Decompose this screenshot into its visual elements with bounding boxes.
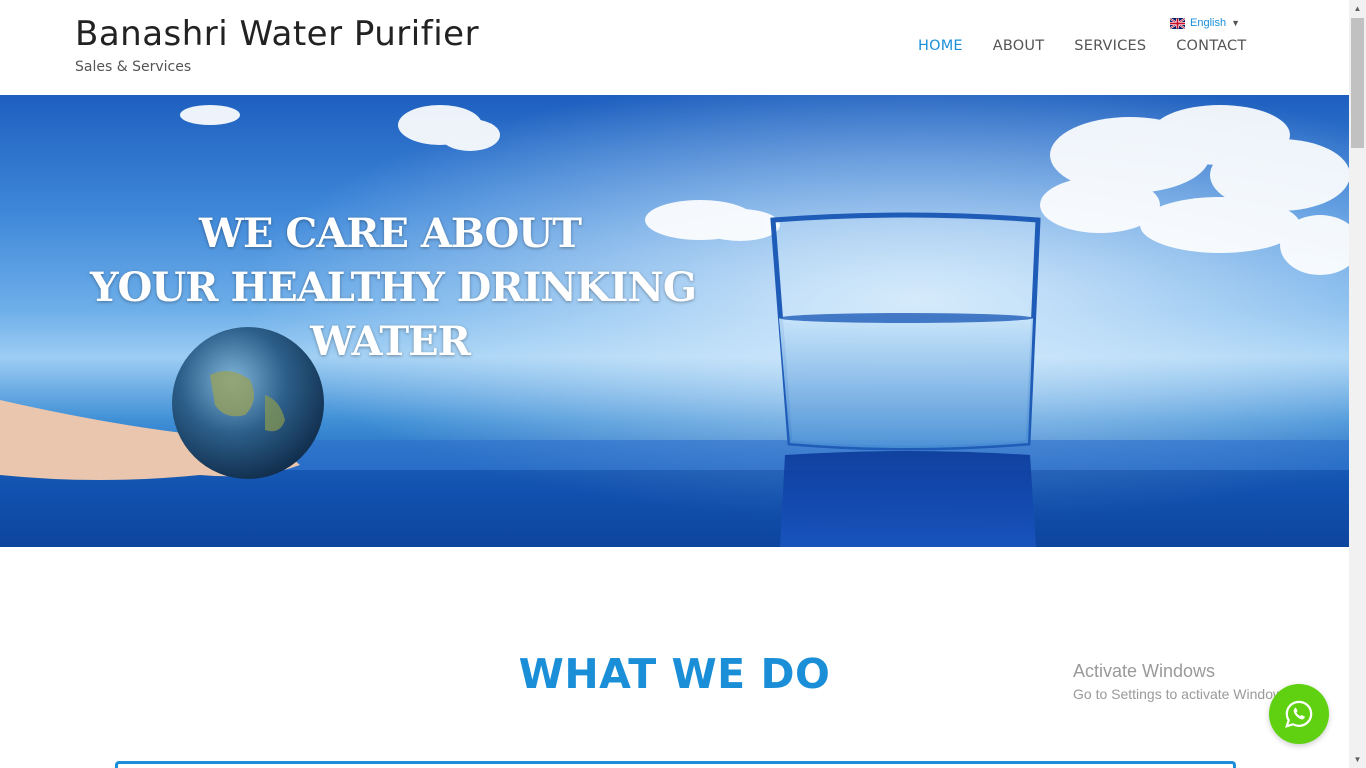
language-label: English	[1190, 17, 1227, 29]
site-tagline: Sales & Services	[75, 59, 192, 75]
services-box	[115, 761, 1236, 768]
site-header: Banashri Water Purifier Sales & Services…	[0, 0, 1349, 95]
nav-item-about[interactable]: ABOUT	[993, 38, 1045, 54]
page-scrollbar[interactable]: ▲ ▼	[1349, 0, 1366, 768]
whatsapp-icon	[1285, 700, 1313, 728]
nav-item-services[interactable]: SERVICES	[1074, 38, 1146, 54]
scroll-down-arrow-icon[interactable]: ▼	[1349, 751, 1366, 768]
site-title[interactable]: Banashri Water Purifier	[75, 14, 479, 54]
nav-item-contact[interactable]: CONTACT	[1176, 38, 1246, 54]
scroll-up-arrow-icon[interactable]: ▲	[1349, 0, 1366, 17]
windows-activation-watermark: Activate Windows Go to Settings to activ…	[1073, 661, 1294, 702]
watermark-subtitle: Go to Settings to activate Windows.	[1073, 686, 1294, 702]
watermark-title: Activate Windows	[1073, 661, 1216, 681]
whatsapp-chat-button[interactable]	[1269, 684, 1329, 744]
hero-line-1: WE CARE ABOUT	[199, 210, 582, 257]
main-nav: HOME ABOUT SERVICES CONTACT	[918, 38, 1246, 54]
scrollbar-thumb[interactable]	[1351, 18, 1364, 148]
hero-line-2: YOUR HEALTHY DRINKING	[90, 264, 697, 311]
hero-headline: WE CARE ABOUT YOUR HEALTHY DRINKING WATE…	[90, 207, 697, 369]
hero-banner: WE CARE ABOUT YOUR HEALTHY DRINKING WATE…	[0, 95, 1349, 547]
language-selector[interactable]: English ▼	[1170, 17, 1240, 29]
hero-line-3: WATER	[310, 318, 471, 365]
nav-item-home[interactable]: HOME	[918, 38, 963, 54]
uk-flag-icon	[1170, 17, 1185, 29]
caret-down-icon: ▼	[1231, 18, 1240, 28]
